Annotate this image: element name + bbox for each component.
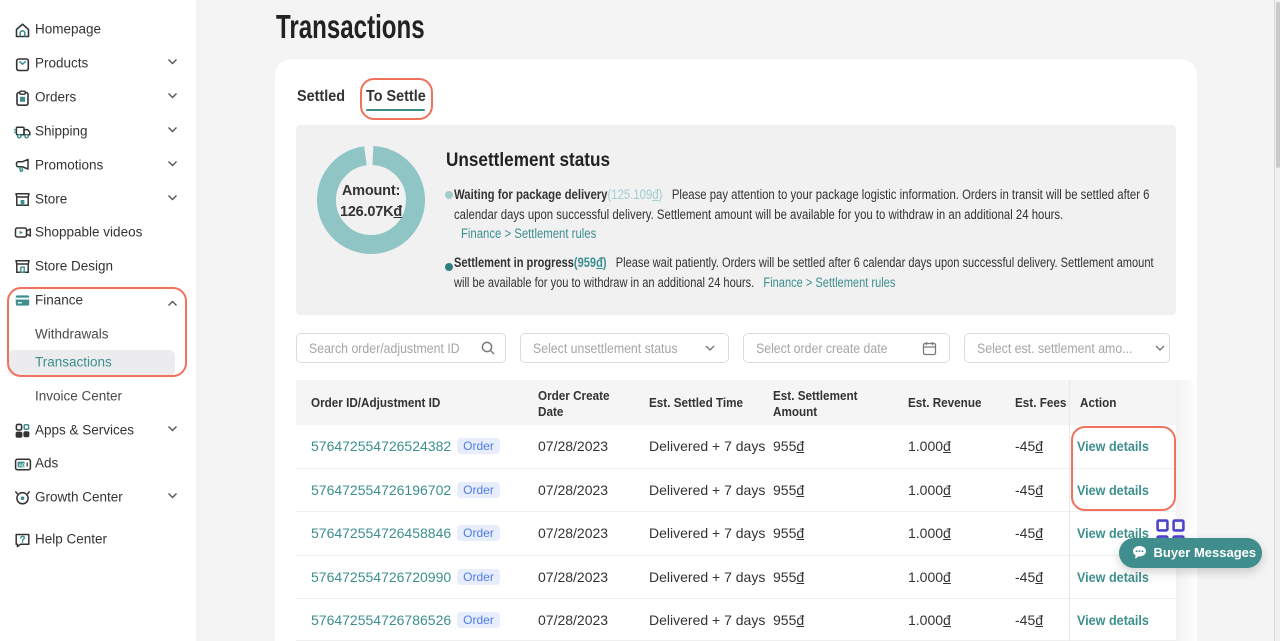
svg-text:AD: AD [18,462,25,467]
